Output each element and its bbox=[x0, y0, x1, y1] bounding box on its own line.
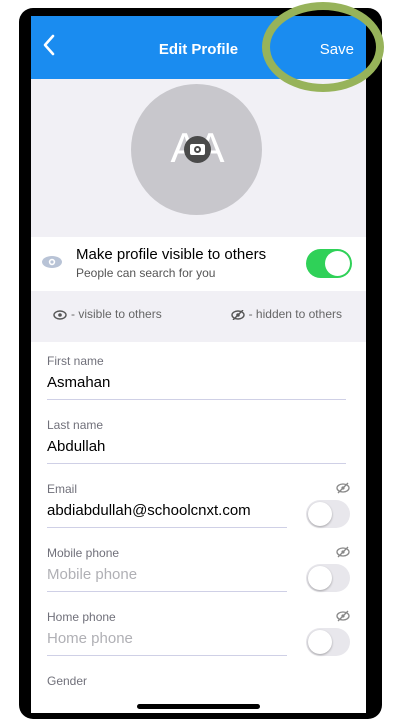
divider bbox=[47, 527, 287, 528]
home-indicator bbox=[137, 704, 260, 709]
legend-visible: - visible to others bbox=[53, 307, 162, 321]
first-name-label: First name bbox=[47, 354, 104, 368]
divider bbox=[47, 655, 287, 656]
legend-hidden: - hidden to others bbox=[230, 307, 342, 321]
profile-form: First name Asmahan Last name Abdullah Em… bbox=[31, 342, 366, 713]
mobile-phone-visibility-toggle[interactable] bbox=[306, 564, 350, 592]
home-phone-visibility-toggle[interactable] bbox=[306, 628, 350, 656]
camera-icon[interactable] bbox=[184, 136, 211, 163]
avatar[interactable]: AA bbox=[131, 84, 262, 215]
eye-slash-icon bbox=[230, 309, 245, 320]
visibility-subtitle: People can search for you bbox=[76, 266, 216, 280]
visibility-toggle[interactable] bbox=[306, 249, 352, 278]
divider bbox=[47, 463, 346, 464]
eye-slash-icon bbox=[336, 610, 350, 622]
home-phone-input[interactable]: Home phone bbox=[47, 630, 133, 647]
last-name-label: Last name bbox=[47, 418, 104, 432]
home-phone-label: Home phone bbox=[47, 610, 116, 624]
divider bbox=[47, 591, 287, 592]
visibility-row: Make profile visible to others People ca… bbox=[31, 237, 366, 291]
legend-visible-label: - visible to others bbox=[71, 307, 162, 321]
email-input[interactable]: abdiabdullah@schoolcnxt.com bbox=[47, 502, 251, 519]
eye-icon bbox=[42, 256, 62, 268]
last-name-input[interactable]: Abdullah bbox=[47, 438, 105, 455]
email-visibility-toggle[interactable] bbox=[306, 500, 350, 528]
visibility-legend: - visible to others - hidden to others bbox=[31, 293, 366, 337]
gender-label: Gender bbox=[47, 674, 88, 688]
email-label: Email bbox=[47, 482, 78, 496]
divider bbox=[47, 399, 346, 400]
eye-slash-icon bbox=[336, 546, 350, 558]
visibility-title: Make profile visible to others bbox=[76, 246, 267, 263]
mobile-phone-input[interactable]: Mobile phone bbox=[47, 566, 137, 583]
screen: Edit Profile Save AA Make profile visibl… bbox=[31, 16, 366, 713]
eye-slash-icon bbox=[336, 482, 350, 494]
legend-hidden-label: - hidden to others bbox=[248, 307, 342, 321]
mobile-phone-label: Mobile phone bbox=[47, 546, 120, 560]
first-name-input[interactable]: Asmahan bbox=[47, 374, 110, 391]
annotation-circle bbox=[262, 2, 384, 92]
eye-icon bbox=[53, 310, 67, 320]
